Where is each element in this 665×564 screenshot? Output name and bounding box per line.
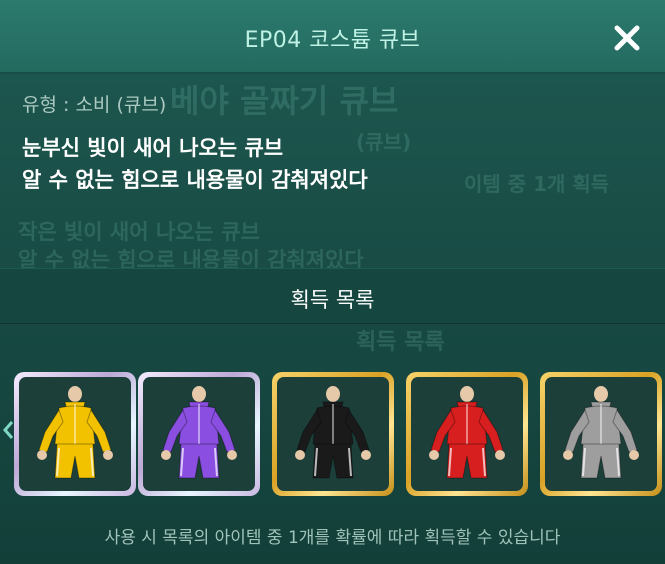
popup-title: EP04 코스튬 큐브 [244, 28, 421, 53]
reward-item-slot [277, 377, 389, 491]
item-description-line-1: 눈부신 빛이 새어 나오는 큐브 [22, 136, 284, 160]
background-info-ghost: 이템 중 1개 획득 [464, 172, 610, 196]
reward-item-purple-tracksuit[interactable] [138, 372, 260, 496]
background-desc-ghost-1: 작은 빛이 새어 나오는 큐브 [18, 220, 260, 244]
tracksuit-icon [295, 386, 371, 479]
background-type-ghost: (큐브) [356, 130, 412, 154]
tracksuit-icon [563, 386, 639, 479]
close-button[interactable] [604, 16, 650, 60]
tracksuit-icon [161, 386, 237, 479]
tracksuit-icon [429, 386, 505, 479]
reward-item-yellow-tracksuit[interactable] [14, 372, 136, 496]
reward-list-header: 획득 목록 [0, 268, 665, 324]
tracksuit-icon [37, 386, 113, 479]
close-icon [614, 25, 640, 51]
reward-item-black-tracksuit[interactable] [272, 372, 394, 496]
popup-header: EP04 코스튬 큐브 [0, 0, 665, 74]
item-description-line-2: 알 수 없는 힘으로 내용물이 감춰져있다 [22, 168, 368, 192]
reward-item-red-tracksuit[interactable] [406, 372, 528, 496]
reward-item-gray-tracksuit[interactable] [540, 372, 662, 496]
reward-item-slot [143, 377, 255, 491]
background-title-ghost: 베야 골짜기 큐브 [170, 82, 399, 120]
reward-item-slot [19, 377, 131, 491]
usage-note: 사용 시 목록의 아이템 중 1개를 확률에 따라 획득할 수 있습니다 [104, 528, 561, 548]
item-type-label: 유형 : 소비 (큐브) [22, 94, 167, 116]
reward-item-slot [545, 377, 657, 491]
background-section-ghost: 획득 목록 [356, 330, 445, 355]
reward-item-slot [411, 377, 523, 491]
cube-info-popup: Lv. 34 베야 골짜기 큐브 (큐브) 이템 중 1개 획득 작은 빛이 새… [0, 0, 665, 564]
reward-list-title: 획득 목록 [290, 288, 375, 312]
